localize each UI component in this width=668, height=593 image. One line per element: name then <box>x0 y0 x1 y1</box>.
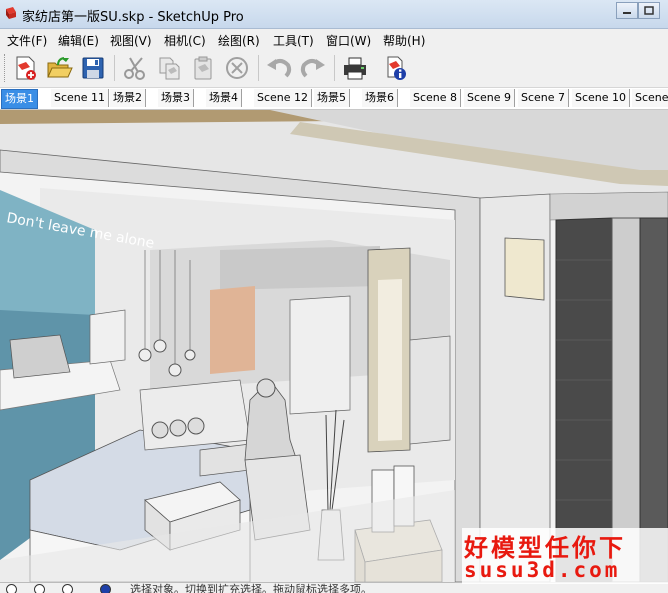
erase-button[interactable] <box>222 53 252 83</box>
menu-draw[interactable]: 绘图(R) <box>218 32 260 49</box>
sketchup-app-icon[interactable] <box>4 6 18 20</box>
menu-tools[interactable]: 工具(T) <box>273 32 314 49</box>
scene-tab[interactable]: Scene 10 <box>572 89 631 107</box>
shop-render: Don't leave me alone <box>0 110 668 582</box>
paste-button[interactable] <box>188 53 218 83</box>
scene-tab[interactable]: 场景6 <box>362 89 398 107</box>
save-button[interactable] <box>78 53 108 83</box>
menu-edit[interactable]: 编辑(E) <box>58 32 99 49</box>
minimize-button[interactable] <box>616 2 638 19</box>
scene-tab[interactable]: 场景2 <box>110 89 146 107</box>
toolbar-separator <box>258 55 259 81</box>
window-controls <box>616 2 662 20</box>
new-icon <box>16 56 36 80</box>
scene-tab[interactable]: Scene 8 <box>410 89 462 107</box>
toolbar-separator <box>334 55 335 81</box>
menu-camera[interactable]: 相机(C) <box>164 32 206 49</box>
scene-tab[interactable]: Scene 9 <box>464 89 516 107</box>
model-viewport[interactable]: Don't leave me alone <box>0 110 668 582</box>
window-title: 家纺店第一版SU.skp - SketchUp Pro <box>22 10 244 25</box>
maximize-icon <box>644 6 654 15</box>
watermark-site: susu3d.com <box>464 558 621 582</box>
cut-icon <box>124 57 145 80</box>
scene-tab[interactable]: Scene 12 <box>254 89 313 107</box>
copy-button[interactable] <box>154 53 184 83</box>
paste-icon <box>194 56 212 80</box>
scene-tab[interactable]: Scene 11 <box>51 89 110 107</box>
print-icon <box>344 57 366 80</box>
redo-button[interactable] <box>298 53 328 83</box>
save-icon <box>82 57 104 79</box>
scene-tab[interactable]: 场景4 <box>206 89 242 107</box>
model-info-button[interactable] <box>380 53 410 83</box>
model-info-icon <box>387 56 406 80</box>
print-button[interactable] <box>340 53 370 83</box>
menu-file[interactable]: 文件(F) <box>7 32 47 49</box>
menu-view[interactable]: 视图(V) <box>110 32 152 49</box>
toolbar-separator <box>114 55 115 81</box>
standard-toolbar <box>0 49 668 88</box>
scene-tab[interactable]: 场景5 <box>314 89 350 107</box>
cut-button[interactable] <box>120 53 150 83</box>
erase-icon <box>226 57 248 79</box>
open-button[interactable] <box>44 53 74 83</box>
menu-window[interactable]: 窗口(W) <box>326 32 371 49</box>
scene-tab[interactable]: 场景1 <box>1 89 38 109</box>
minimize-icon <box>623 12 631 14</box>
menu-bar: 文件(F) 编辑(E) 视图(V) 相机(C) 绘图(R) 工具(T) 窗口(W… <box>0 29 668 49</box>
open-icon <box>47 57 73 78</box>
scene-tab-bar: 场景1 Scene 11 场景2 场景3 场景4 Scene 12 场景5 场景… <box>0 88 668 110</box>
scene-tab[interactable]: Scene <box>632 89 668 107</box>
status-message: 选择对象。切换到扩充选择。拖动鼠标选择多项。 <box>130 583 372 593</box>
title-bar: 家纺店第一版SU.skp - SketchUp Pro <box>0 0 668 29</box>
watermark: 好模型任你下 susu3d.com <box>462 528 668 584</box>
undo-button[interactable] <box>264 53 294 83</box>
copy-icon <box>159 57 180 80</box>
menu-help[interactable]: 帮助(H) <box>383 32 425 49</box>
scene-tab[interactable]: 场景3 <box>158 89 194 107</box>
toolbar-grip[interactable] <box>4 54 8 82</box>
new-button[interactable] <box>10 53 40 83</box>
maximize-button[interactable] <box>638 2 660 19</box>
redo-icon <box>300 59 325 78</box>
scene-tab[interactable]: Scene 7 <box>518 89 570 107</box>
undo-icon <box>267 59 292 78</box>
